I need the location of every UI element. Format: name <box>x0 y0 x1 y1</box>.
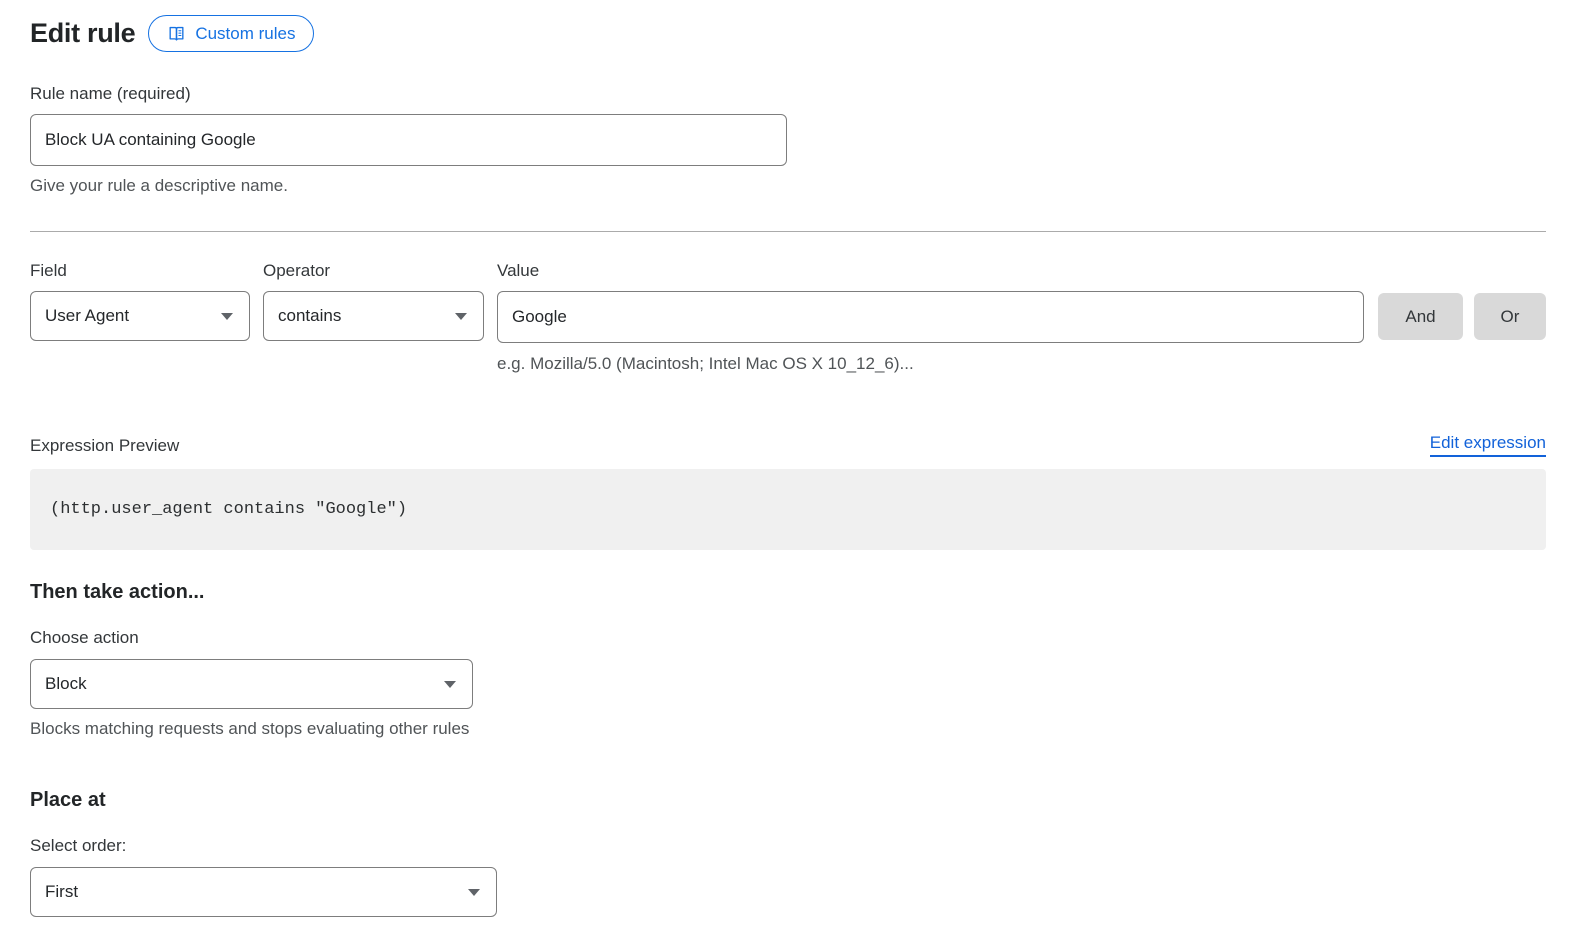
operator-select-value: contains <box>278 306 341 326</box>
section-divider <box>30 231 1546 232</box>
order-select[interactable]: First <box>30 867 497 917</box>
expression-code: (http.user_agent contains "Google") <box>30 469 1546 550</box>
and-button[interactable]: And <box>1378 293 1463 340</box>
select-order-label: Select order: <box>30 835 1546 857</box>
expression-preview-label: Expression Preview <box>30 435 179 457</box>
choose-action-label: Choose action <box>30 627 1546 649</box>
builder-labels: Field Operator Value <box>30 260 1546 282</box>
edit-rule-form: Edit rule Custom rules Rule name (requir… <box>0 0 1587 917</box>
custom-rules-badge[interactable]: Custom rules <box>148 15 314 52</box>
page-header: Edit rule Custom rules <box>30 15 1546 52</box>
action-section-heading: Then take action... <box>30 581 1546 604</box>
value-column: e.g. Mozilla/5.0 (Macintosh; Intel Mac O… <box>497 291 1364 375</box>
edit-expression-link[interactable]: Edit expression <box>1430 432 1546 457</box>
rule-name-label: Rule name (required) <box>30 83 1546 105</box>
caret-down-icon <box>455 313 467 320</box>
rule-name-help: Give your rule a descriptive name. <box>30 175 1546 197</box>
value-input[interactable] <box>497 291 1364 343</box>
field-select[interactable]: User Agent <box>30 291 250 341</box>
or-button[interactable]: Or <box>1474 293 1546 340</box>
custom-rules-badge-label: Custom rules <box>195 24 295 44</box>
builder-row: User Agent contains e.g. Mozilla/5.0 (Ma… <box>30 291 1546 375</box>
caret-down-icon <box>221 313 233 320</box>
page-title: Edit rule <box>30 18 135 49</box>
action-select-value: Block <box>45 674 87 694</box>
expression-preview-header: Expression Preview Edit expression <box>30 432 1546 457</box>
field-select-value: User Agent <box>45 306 129 326</box>
operator-label: Operator <box>263 260 497 282</box>
caret-down-icon <box>444 681 456 688</box>
rule-name-input[interactable] <box>30 114 787 166</box>
operator-select[interactable]: contains <box>263 291 484 341</box>
action-select[interactable]: Block <box>30 659 473 709</box>
value-help: e.g. Mozilla/5.0 (Macintosh; Intel Mac O… <box>497 353 1364 375</box>
value-label: Value <box>497 260 1546 282</box>
book-open-icon <box>167 24 186 43</box>
action-help: Blocks matching requests and stops evalu… <box>30 718 1546 740</box>
caret-down-icon <box>468 889 480 896</box>
field-label: Field <box>30 260 263 282</box>
place-at-heading: Place at <box>30 789 1546 812</box>
order-select-value: First <box>45 882 78 902</box>
